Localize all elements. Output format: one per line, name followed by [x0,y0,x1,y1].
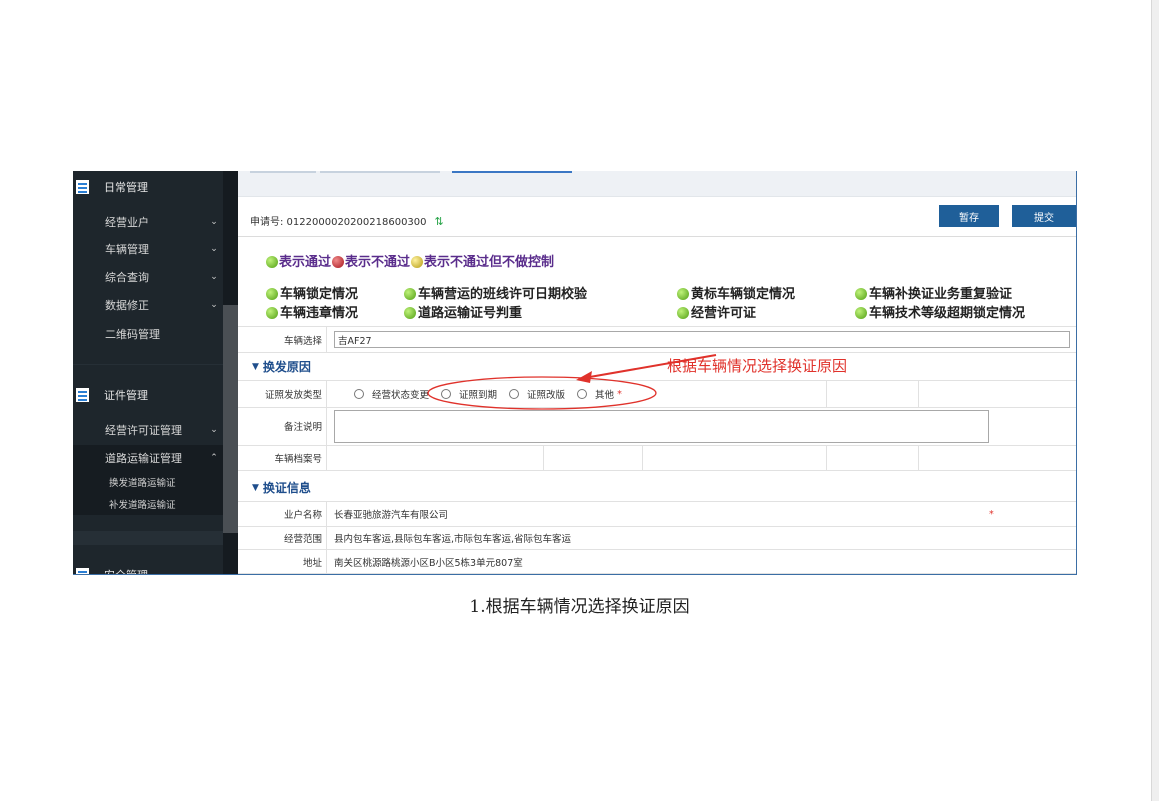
chevron-down-icon: ⌄ [210,272,218,282]
sidebar-item-query[interactable]: 综合查询 ⌄ [73,264,223,290]
sidebar-scrollbar-thumb[interactable] [223,305,238,533]
sidebar: 日常管理 经营业户 ⌄ 车辆管理 ⌄ 综合查询 ⌄ 数据修正 ⌄ 二维码管理 证… [73,171,238,574]
annotation-text: 根据车辆情况选择换证原因 [667,357,848,375]
sidebar-item-label: 数据修正 [105,299,149,312]
annotation-ellipse [427,376,657,410]
screenshot-frame: 日常管理 经营业户 ⌄ 车辆管理 ⌄ 综合查询 ⌄ 数据修正 ⌄ 二维码管理 证… [73,171,1077,575]
sidebar-item-business-owner[interactable]: 经营业户 ⌄ [73,209,223,235]
chevron-down-icon: ⌄ [210,244,218,254]
sidebar-subitem-renew-cert[interactable]: 换发道路运输证 [73,471,223,493]
sidebar-section-label: 安全管理 [104,567,148,574]
sidebar-item-data-fix[interactable]: 数据修正 ⌄ [73,292,223,318]
main-panel: 申请号: 0122000020200218600300 ⇅ 暂存 提交 表示通过 … [238,171,1076,574]
figure-caption: 1.根据车辆情况选择换证原因 [469,597,690,617]
sidebar-item-road-cert-mgmt[interactable]: 道路运输证管理 ⌃ [73,445,223,471]
sidebar-item-label: 车辆管理 [105,243,149,256]
annotation-arrow-head [576,371,592,383]
sidebar-item-qrcode[interactable]: 二维码管理 [73,321,223,347]
list-icon [76,388,89,402]
chevron-up-icon: ⌃ [210,453,218,463]
sidebar-section-daily[interactable]: 日常管理 [73,172,223,202]
sidebar-section-safety[interactable]: 安全管理 [73,560,223,574]
sidebar-item-label: 综合查询 [105,271,149,284]
list-icon [76,568,89,574]
sidebar-item-license-mgmt[interactable]: 经营许可证管理 ⌄ [73,417,223,443]
sidebar-item-label: 二维码管理 [105,328,160,341]
sidebar-subitem-label: 补发道路运输证 [109,500,176,511]
sidebar-item-label: 经营业户 [105,216,149,229]
chevron-down-icon: ⌄ [210,300,218,310]
sidebar-item-label: 道路运输证管理 [105,452,182,465]
sidebar-item-vehicle[interactable]: 车辆管理 ⌄ [73,236,223,262]
list-icon [76,180,89,194]
page-scrollbar[interactable] [1151,0,1159,801]
sidebar-item-label: 经营许可证管理 [105,424,182,437]
sidebar-section-label: 日常管理 [104,181,148,194]
chevron-down-icon: ⌄ [210,217,218,227]
sidebar-divider [73,364,223,365]
sidebar-section-cert[interactable]: 证件管理 [73,380,223,410]
sidebar-subitem-reissue-cert[interactable]: 补发道路运输证 [73,493,223,515]
chevron-down-icon: ⌄ [210,425,218,435]
sidebar-section-label: 证件管理 [104,389,148,402]
sidebar-divider [73,531,223,545]
annotation-overlay [427,354,717,410]
sidebar-subitem-label: 换发道路运输证 [109,478,176,489]
